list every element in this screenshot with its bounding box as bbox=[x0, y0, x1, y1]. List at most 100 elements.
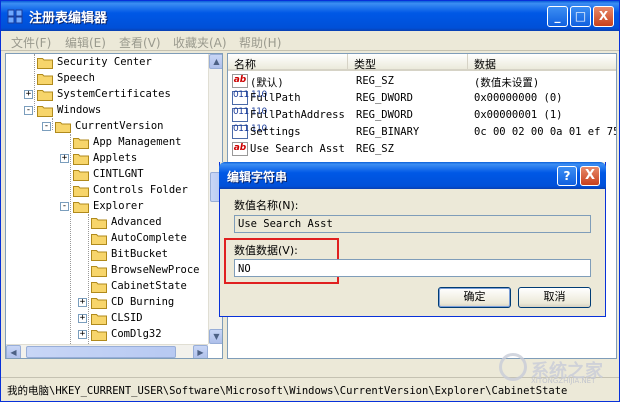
value-data: 0x00000001 (1) bbox=[474, 109, 563, 121]
tree-node-label: Security Center bbox=[57, 56, 152, 68]
value-name-field: Use Search Asst bbox=[234, 215, 591, 233]
folder-icon bbox=[73, 202, 89, 213]
tree-node-label: CD Burning bbox=[111, 296, 175, 308]
folder-icon bbox=[73, 138, 89, 149]
value-type: REG_SZ bbox=[356, 143, 394, 155]
collapse-icon[interactable]: - bbox=[60, 202, 69, 211]
expand-icon[interactable]: + bbox=[78, 330, 87, 339]
tree-node-label: CabinetState bbox=[111, 280, 187, 292]
folder-icon bbox=[73, 186, 89, 197]
folder-icon bbox=[73, 154, 89, 165]
tree-node-label: SystemCertificates bbox=[57, 88, 171, 100]
tree-node-label: Windows bbox=[57, 104, 102, 116]
tree-guide bbox=[34, 54, 35, 112]
collapse-icon[interactable]: - bbox=[24, 106, 33, 115]
expand-icon[interactable]: + bbox=[60, 154, 69, 163]
close-button[interactable]: X bbox=[593, 6, 614, 27]
menu-bar: 文件(F) 编辑(E) 查看(V) 收藏夹(A) 帮助(H) bbox=[1, 31, 619, 51]
value-name: FullPathAddress bbox=[250, 109, 345, 121]
value-type: REG_DWORD bbox=[356, 92, 413, 104]
binary-value-icon: 011 110 bbox=[232, 125, 267, 139]
value-name: Use Search Asst bbox=[250, 143, 345, 155]
tree-node-label: AutoComplete bbox=[111, 232, 187, 244]
binary-value-icon: 011 110 bbox=[232, 91, 267, 105]
column-header-data[interactable]: 数据 bbox=[468, 54, 616, 71]
edit-string-dialog: 编辑字符串 ? X 数值名称(N): Use Search Asst 数值数据(… bbox=[219, 162, 606, 317]
value-row[interactable]: ab Use Search Asst REG_SZ bbox=[228, 141, 616, 158]
dialog-close-button[interactable]: X bbox=[580, 166, 600, 186]
string-value-icon: ab bbox=[232, 142, 248, 156]
scroll-left-icon[interactable]: ◀ bbox=[6, 345, 21, 358]
value-data: (数值未设置) bbox=[474, 77, 540, 89]
tree-node-label: CINTLGNT bbox=[93, 168, 144, 180]
site-watermark: 系统之家 XITONGZHIJIA.NET bbox=[479, 353, 619, 387]
expand-icon[interactable]: + bbox=[78, 298, 87, 307]
maximize-button[interactable]: □ bbox=[570, 6, 591, 27]
value-type: REG_DWORD bbox=[356, 109, 413, 121]
collapse-icon[interactable]: - bbox=[42, 122, 51, 131]
expand-icon[interactable]: + bbox=[78, 314, 87, 323]
value-data: 0c 00 02 00 0a 01 ef 75 bbox=[474, 126, 617, 138]
value-data-label: 数值数据(V): bbox=[234, 244, 298, 257]
minimize-button[interactable]: _ bbox=[547, 6, 568, 27]
folder-icon bbox=[91, 218, 107, 229]
folder-icon bbox=[91, 234, 107, 245]
value-data-input[interactable] bbox=[234, 259, 591, 277]
value-name-label: 数值名称(N): bbox=[234, 199, 299, 212]
tree-node-label: App Management bbox=[93, 136, 182, 148]
scroll-up-icon[interactable]: ▲ bbox=[209, 54, 222, 69]
expand-icon[interactable]: + bbox=[24, 90, 33, 99]
folder-icon bbox=[37, 90, 53, 101]
ok-button[interactable]: 确定 bbox=[438, 287, 511, 308]
watermark-url: XITONGZHIJIA.NET bbox=[531, 377, 596, 385]
binary-value-icon: 011 110 bbox=[232, 108, 267, 122]
tree-node-label: BrowseNewProce bbox=[111, 264, 200, 276]
menu-file[interactable]: 文件(F) bbox=[11, 34, 51, 51]
tree-horizontal-scrollbar[interactable]: ◀ ▶ bbox=[6, 344, 208, 358]
window-title: 注册表编辑器 bbox=[29, 11, 108, 26]
value-row[interactable]: 011 110 FullPath REG_DWORD 0x00000000 (0) bbox=[228, 90, 616, 107]
tree-node-label: Advanced bbox=[111, 216, 162, 228]
folder-icon bbox=[37, 74, 53, 85]
folder-icon bbox=[91, 298, 107, 309]
folder-icon bbox=[91, 282, 107, 293]
value-data: 0x00000000 (0) bbox=[474, 92, 563, 104]
folder-icon bbox=[91, 330, 107, 341]
tree-guide bbox=[70, 134, 71, 358]
registry-app-icon bbox=[7, 9, 23, 24]
menu-help[interactable]: 帮助(H) bbox=[239, 34, 281, 51]
menu-view[interactable]: 查看(V) bbox=[119, 34, 161, 51]
title-bar[interactable]: 注册表编辑器 _ □ X bbox=[1, 1, 619, 31]
tree-node-label: Controls Folder bbox=[93, 184, 188, 196]
dialog-title-bar[interactable]: 编辑字符串 ? X bbox=[219, 162, 606, 189]
value-name: (默认) bbox=[250, 77, 284, 89]
value-row[interactable]: 011 110 FullPathAddress REG_DWORD 0x0000000… bbox=[228, 107, 616, 124]
string-value-icon: ab bbox=[232, 74, 248, 88]
tree-node-label: ComDlg32 bbox=[111, 328, 162, 340]
tree-node-label: BitBucket bbox=[111, 248, 168, 260]
dialog-title: 编辑字符串 bbox=[227, 170, 288, 184]
folder-icon bbox=[91, 266, 107, 277]
folder-icon bbox=[37, 58, 53, 69]
folder-icon bbox=[55, 122, 71, 133]
value-type: REG_BINARY bbox=[356, 126, 420, 138]
folder-icon bbox=[73, 170, 89, 181]
tree-guide bbox=[88, 214, 89, 358]
column-header-name[interactable]: 名称 bbox=[228, 54, 348, 71]
tree-node-label: CLSID bbox=[111, 312, 143, 324]
menu-edit[interactable]: 编辑(E) bbox=[65, 34, 106, 51]
menu-favorites[interactable]: 收藏夹(A) bbox=[173, 34, 227, 51]
folder-icon bbox=[91, 250, 107, 261]
watermark-logo-icon bbox=[499, 353, 527, 381]
scroll-down-icon[interactable]: ▼ bbox=[209, 329, 222, 344]
cancel-button[interactable]: 取消 bbox=[518, 287, 591, 308]
value-row[interactable]: 011 110 Settings REG_BINARY 0c 00 02 00 0a … bbox=[228, 124, 616, 141]
help-button[interactable]: ? bbox=[557, 166, 577, 186]
column-header-type[interactable]: 类型 bbox=[348, 54, 468, 71]
scroll-right-icon[interactable]: ▶ bbox=[193, 345, 208, 358]
value-row[interactable]: ab (默认) REG_SZ (数值未设置) bbox=[228, 73, 616, 90]
folder-icon bbox=[91, 314, 107, 325]
key-tree[interactable]: Security Center Speech + SystemCertificates… bbox=[5, 53, 223, 359]
scroll-thumb[interactable] bbox=[26, 346, 176, 358]
value-type: REG_SZ bbox=[356, 75, 394, 87]
